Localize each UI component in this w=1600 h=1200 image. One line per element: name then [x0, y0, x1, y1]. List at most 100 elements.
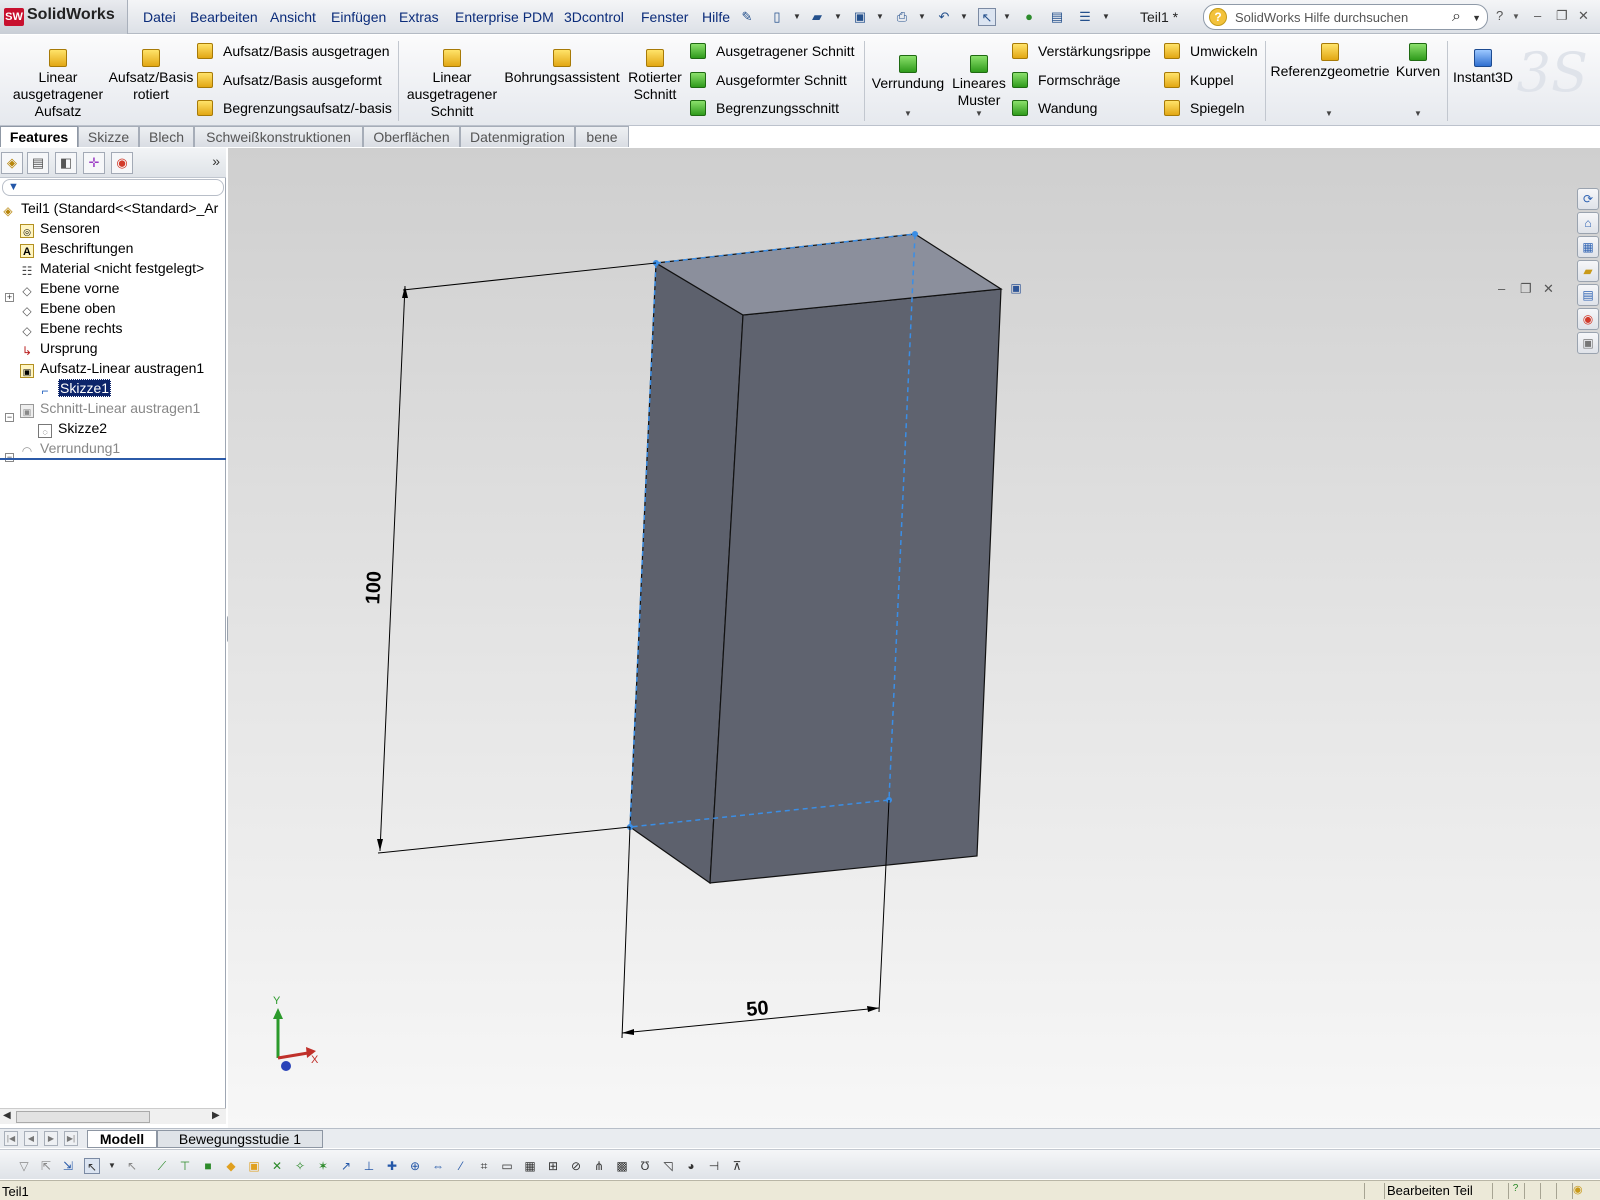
select-dropdown-icon[interactable]: ▼	[104, 1158, 120, 1174]
linear-pattern-dropdown-icon[interactable]: ▼	[975, 109, 983, 118]
home-icon[interactable]: ⌂	[1577, 212, 1599, 234]
tab-datenmigration[interactable]: Datenmigration	[460, 126, 575, 147]
tree-item-ursprung[interactable]: ↳ Ursprung	[20, 338, 98, 358]
select-other-icon[interactable]: ↖	[124, 1158, 140, 1174]
filter-datum-features-icon[interactable]: ▦	[522, 1158, 538, 1174]
search-icon[interactable]: ⌕	[1452, 8, 1461, 26]
new-dropdown-icon[interactable]: ▼	[793, 12, 801, 21]
undo-icon[interactable]: ↶	[935, 8, 953, 26]
filter-weld-symbols-icon[interactable]: ⊞	[545, 1158, 561, 1174]
dome-button[interactable]: Kuppel	[1164, 72, 1234, 88]
tree-filter-input[interactable]: ▼	[2, 179, 224, 196]
save-icon[interactable]: ▣	[851, 8, 869, 26]
view-palette-icon[interactable]: ▤	[1577, 284, 1599, 306]
filter-center-marks-icon[interactable]: ✚	[384, 1158, 400, 1174]
tab-schweisskonstruktionen[interactable]: Schweißkonstruktionen	[194, 126, 363, 147]
menu-fenster[interactable]: Fenster	[641, 9, 688, 25]
tree-item-ebene-oben[interactable]: ◇ Ebene oben	[20, 298, 115, 318]
menu-einfuegen[interactable]: Einfügen	[331, 9, 386, 25]
solidworks-logo[interactable]: SW SolidWorks	[0, 0, 128, 34]
filter-sketch-points-icon[interactable]: ✶	[315, 1158, 331, 1174]
options-icon[interactable]: ☰	[1076, 8, 1094, 26]
select-all-filters-icon[interactable]: ⇲	[60, 1158, 76, 1174]
lofted-cut-button[interactable]: Ausgeformter Schnitt	[690, 72, 847, 88]
minimize-icon[interactable]: –	[1534, 8, 1541, 23]
scroll-right-icon[interactable]: ▶	[212, 1110, 220, 1121]
rollback-bar[interactable]	[0, 458, 226, 460]
draft-button[interactable]: Formschräge	[1012, 72, 1120, 88]
last-tab-icon[interactable]: ▶|	[64, 1131, 78, 1146]
tab-blech[interactable]: Blech	[139, 126, 194, 147]
reference-geometry-button[interactable]: Referenzgeometrie	[1270, 43, 1390, 80]
dimxpert-tab-icon[interactable]: ✛	[83, 152, 105, 174]
search-dropdown-icon[interactable]: ▼	[1472, 13, 1481, 23]
appearances-icon[interactable]: ◉	[1577, 308, 1599, 330]
scroll-left-icon[interactable]: ◀	[3, 1110, 11, 1121]
select-icon[interactable]: ↖	[84, 1158, 100, 1174]
menu-datei[interactable]: Datei	[143, 9, 176, 25]
boundary-boss-button[interactable]: Begrenzungsaufsatz/-basis	[197, 100, 392, 116]
revolved-boss-button[interactable]: Aufsatz/Basis rotiert	[106, 49, 196, 103]
curves-dropdown-icon[interactable]: ▼	[1414, 109, 1422, 118]
file-properties-icon[interactable]: ▤	[1048, 8, 1066, 26]
filter-faces-icon[interactable]: ■	[200, 1158, 216, 1174]
sketch-point[interactable]	[912, 231, 918, 237]
shell-button[interactable]: Wandung	[1012, 100, 1097, 116]
filter-surface-finish-icon[interactable]: ⁄	[453, 1158, 469, 1174]
menu-hilfe[interactable]: Hilfe	[702, 9, 730, 25]
tab-modell[interactable]: Modell	[87, 1130, 157, 1148]
undo-dropdown-icon[interactable]: ▼	[960, 12, 968, 21]
tab-bene[interactable]: bene	[575, 126, 629, 147]
help-menu-icon[interactable]: ?	[1496, 8, 1503, 23]
status-help-icon[interactable]: ?	[1508, 1183, 1522, 1199]
pin-icon[interactable]: ✎	[738, 8, 756, 26]
reference-geometry-dropdown-icon[interactable]: ▼	[1325, 109, 1333, 118]
rib-button[interactable]: Verstärkungsrippe	[1012, 43, 1151, 59]
graphics-area[interactable]: ⊕ ⊡ ↺ ◧ ▦ ◫ ◎ ◉ ◐ ▣ – ❐ ✕ 100 50	[228, 148, 1600, 1128]
tab-oberflaechen[interactable]: Oberflächen	[363, 126, 460, 147]
horizontal-scrollbar[interactable]: ◀ ▶	[0, 1108, 226, 1124]
filter-centerline-icon[interactable]: ⊕	[407, 1158, 423, 1174]
rebuild-icon[interactable]: ●	[1020, 8, 1038, 26]
revolved-cut-button[interactable]: Rotierter Schnitt	[624, 49, 686, 103]
model-viewport[interactable]: 100 50 Y X	[228, 148, 1600, 1128]
scrollbar-thumb[interactable]	[16, 1111, 150, 1123]
filter-datum-targets-icon[interactable]: ⊘	[568, 1158, 584, 1174]
previous-tab-icon[interactable]: ◀	[24, 1131, 38, 1146]
filter-dowel-pins-icon[interactable]: Ʊ	[637, 1158, 653, 1174]
filter-edges-icon[interactable]: ⊤	[177, 1158, 193, 1174]
tree-item-schnitt-linear[interactable]: ▣ Schnitt-Linear austragen1	[20, 398, 200, 418]
boundary-cut-button[interactable]: Begrenzungsschnitt	[690, 100, 839, 116]
lofted-boss-button[interactable]: Aufsatz/Basis ausgeformt	[197, 72, 382, 88]
tree-item-ebene-rechts[interactable]: ◇ Ebene rechts	[20, 318, 122, 338]
dimension-height-label[interactable]: 100	[362, 570, 386, 604]
filter-toggle-icon[interactable]: ▽	[16, 1158, 32, 1174]
tree-item-sensoren[interactable]: ◎ Sensoren	[20, 218, 100, 238]
linear-boss-button[interactable]: Linear ausgetragener Aufsatz	[8, 49, 108, 120]
tree-item-skizze2[interactable]: ◌ Skizze2	[38, 418, 107, 438]
filter-blocks-icon[interactable]: ▩	[614, 1158, 630, 1174]
select-dropdown-icon[interactable]: ▼	[1003, 12, 1011, 21]
mirror-button[interactable]: Spiegeln	[1164, 100, 1245, 116]
design-library-icon[interactable]: ▦	[1577, 236, 1599, 258]
tree-item-verrundung1[interactable]: ◠ Verrundung1	[20, 438, 120, 458]
feature-tree-tab-icon[interactable]: ◈	[1, 152, 23, 174]
curves-button[interactable]: Kurven	[1392, 43, 1444, 80]
dimension-width-label[interactable]: 50	[745, 997, 769, 1021]
filter-dimensions-icon[interactable]: ⇔	[430, 1158, 446, 1174]
print-dropdown-icon[interactable]: ▼	[918, 12, 926, 21]
help-menu-dropdown-icon[interactable]: ▼	[1512, 12, 1520, 21]
filter-planes-icon[interactable]: ✧	[292, 1158, 308, 1174]
expand-tabs-icon[interactable]: »	[212, 153, 220, 169]
filter-cosmetic-weld-icon[interactable]: ⊼	[729, 1158, 745, 1174]
filter-solid-bodies-icon[interactable]: ▣	[246, 1158, 262, 1174]
print-icon[interactable]: ⎙	[893, 8, 911, 26]
wrap-button[interactable]: Umwickeln	[1164, 43, 1258, 59]
menu-extras[interactable]: Extras	[399, 9, 439, 25]
property-manager-tab-icon[interactable]: ▤	[27, 152, 49, 174]
filter-cosmetic-threads-icon[interactable]: ⋔	[591, 1158, 607, 1174]
open-dropdown-icon[interactable]: ▼	[834, 12, 842, 21]
tree-item-ebene-vorne[interactable]: ◇ Ebene vorne	[20, 278, 119, 298]
tab-bewegungsstudie[interactable]: Bewegungsstudie 1	[157, 1130, 323, 1148]
filter-vertices-icon[interactable]: ⟋	[154, 1158, 170, 1174]
